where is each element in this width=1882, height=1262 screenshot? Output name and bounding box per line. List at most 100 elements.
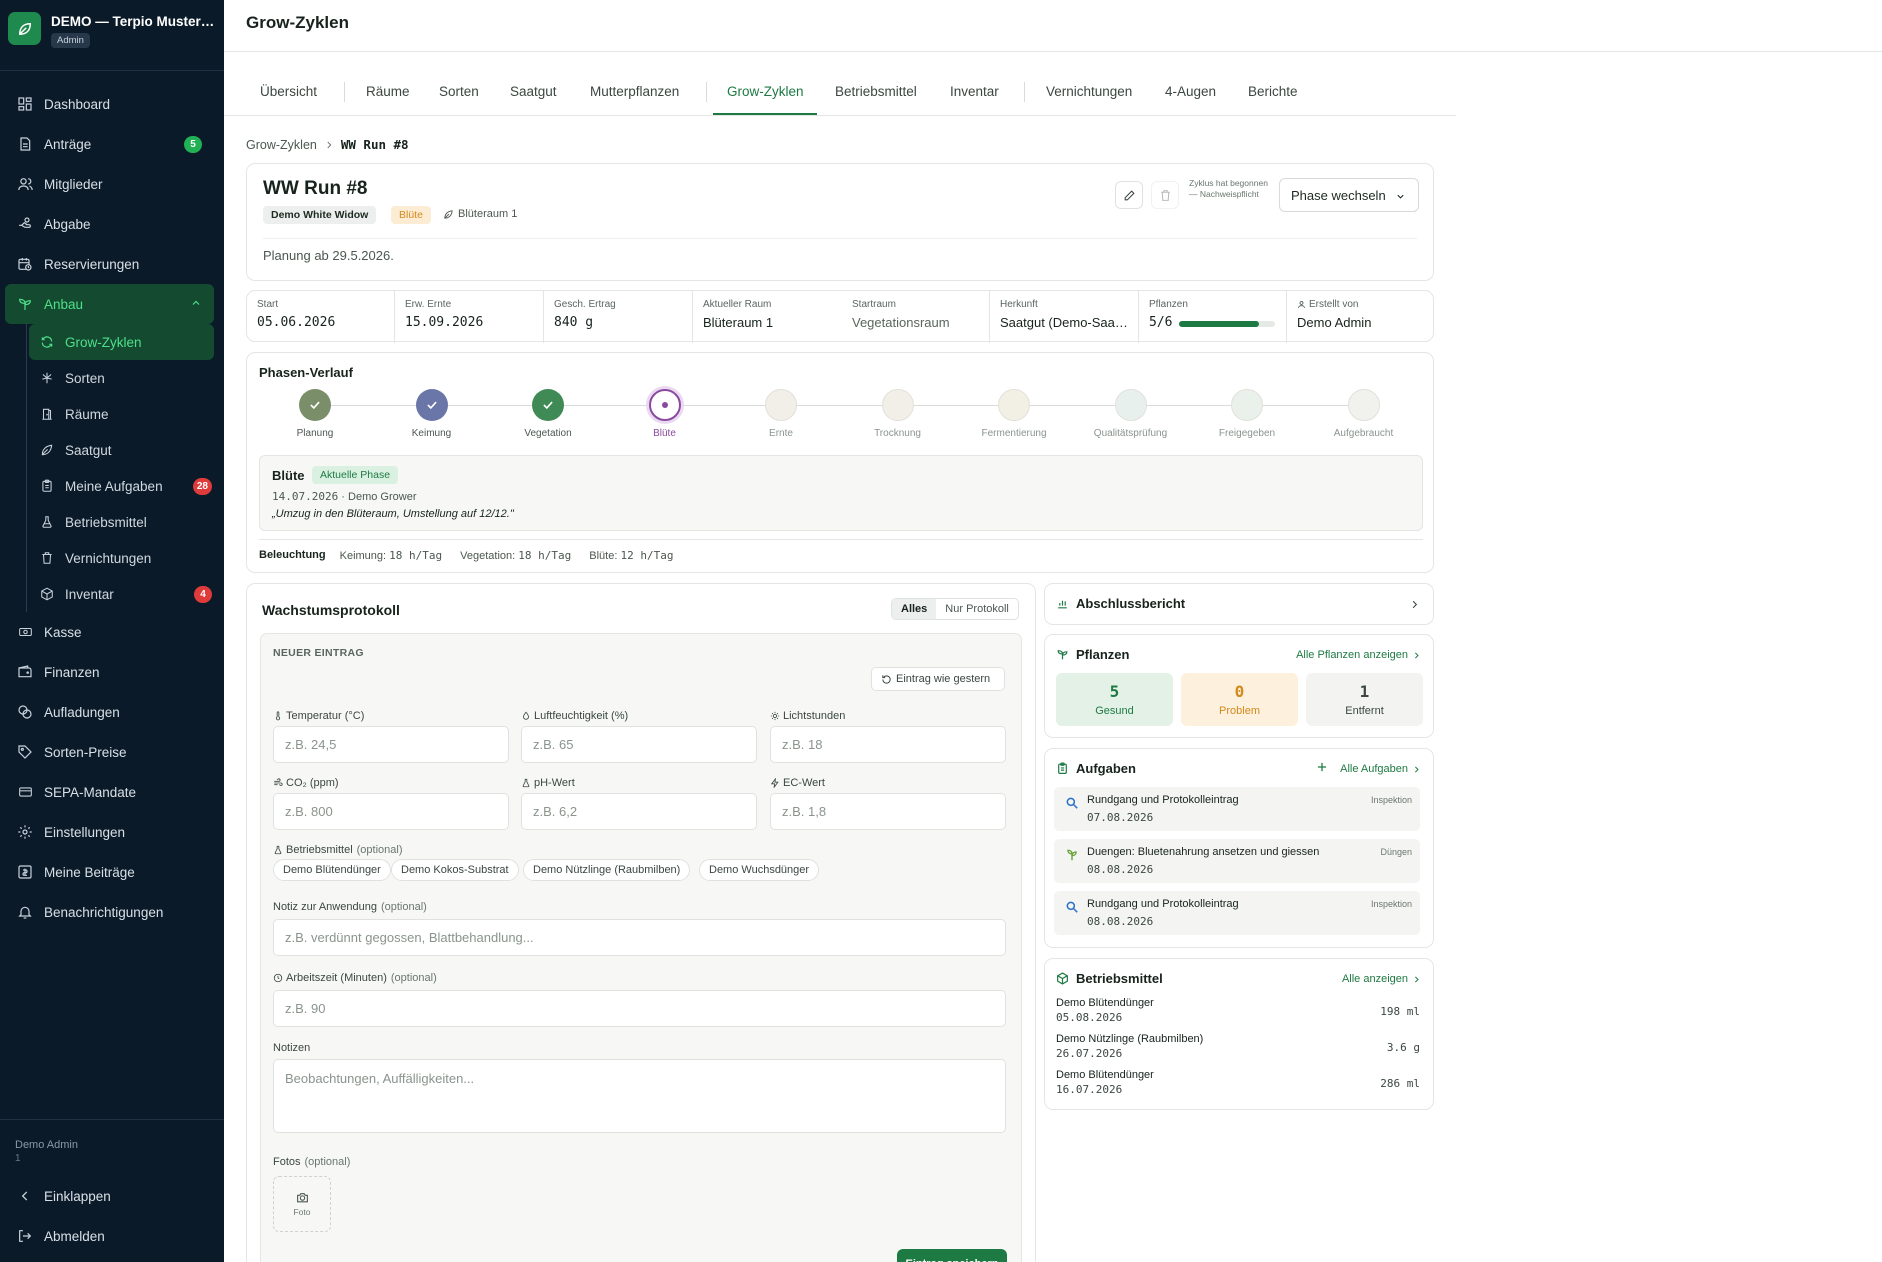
field-label-text: CO₂ (ppm) — [286, 777, 339, 789]
co2-input[interactable]: z.B. 800 — [273, 793, 509, 830]
collapse-sidebar-button[interactable]: Einklappen — [0, 1176, 224, 1216]
plants-healthy[interactable]: 5 Gesund — [1056, 673, 1173, 726]
plants-problem[interactable]: 0 Problem — [1181, 673, 1298, 726]
nav-label: Einstellungen — [44, 824, 126, 840]
tab-uebersicht[interactable]: Übersicht — [260, 84, 317, 99]
worktime-input[interactable]: z.B. 90 — [273, 990, 1006, 1027]
planning-text: Planung ab 29.5.2026. — [263, 248, 394, 263]
nav-item-reservierungen[interactable]: Reservierungen — [0, 244, 224, 284]
stat-value: Blüteraum 1 — [703, 315, 774, 330]
stat-value: 840 g — [554, 315, 594, 330]
plants-removed[interactable]: 1 Entfernt — [1306, 673, 1423, 726]
sidebar-item-vernichtungen[interactable]: Vernichtungen — [27, 540, 224, 576]
count-badge: 4 — [194, 586, 212, 603]
tab-mutterpflanzen[interactable]: Mutterpflanzen — [590, 84, 679, 99]
tab-saatgut[interactable]: Saatgut — [510, 84, 557, 99]
sidebar-item-raeume[interactable]: Räume — [27, 396, 224, 432]
save-entry-button[interactable]: Eintrag speichern — [897, 1249, 1007, 1262]
nav-item-dashboard[interactable]: Dashboard — [0, 84, 224, 124]
final-report-card[interactable]: Abschlussbericht — [1044, 583, 1434, 625]
breadcrumb-parent[interactable]: Grow-Zyklen — [246, 138, 317, 152]
nav-item-sorten-preise[interactable]: Sorten-Preise — [0, 732, 224, 772]
ph-input[interactable]: z.B. 6,2 — [521, 793, 757, 830]
stat-label: Aktueller Raum — [703, 299, 772, 310]
user-icon — [1297, 300, 1306, 309]
nav-item-sepa-mandate[interactable]: SEPA-Mandate — [0, 772, 224, 812]
pending-phase-dot — [1114, 389, 1147, 421]
all-plants-link[interactable]: Alle Pflanzen anzeigen — [1296, 649, 1421, 661]
run-stats-bar: Start 05.06.2026 Erw. Ernte 15.09.2026 G… — [246, 290, 1434, 343]
all-resources-link[interactable]: Alle anzeigen — [1342, 973, 1421, 985]
nav-item-finanzen[interactable]: Finanzen — [0, 652, 224, 692]
tab-inventar[interactable]: Inventar — [950, 84, 999, 99]
ec-input[interactable]: z.B. 1,8 — [770, 793, 1006, 830]
application-note-input[interactable]: z.B. verdünnt gegossen, Blattbehandlung.… — [273, 919, 1006, 956]
sidebar-item-inventar[interactable]: Inventar 4 — [27, 576, 224, 612]
sidebar-item-grow-zyklen[interactable]: Grow-Zyklen — [29, 324, 214, 360]
field-label-text: Lichtstunden — [783, 710, 846, 722]
nav-item-anbau[interactable]: Anbau — [5, 284, 214, 324]
edit-button[interactable] — [1115, 181, 1143, 209]
current-phase-quote: „Umzug in den Blüteraum, Umstellung auf … — [272, 508, 514, 520]
room-reference[interactable]: Blüteraum 1 — [443, 208, 517, 220]
resource-chip[interactable]: Demo Nützlinge (Raubmilben) — [523, 859, 691, 881]
clock-icon — [273, 973, 283, 983]
resource-chip[interactable]: Demo Kokos-Substrat — [391, 859, 519, 881]
delete-button[interactable] — [1151, 181, 1179, 209]
add-task-button[interactable] — [1315, 760, 1329, 774]
temperature-input[interactable]: z.B. 24,5 — [273, 726, 509, 763]
current-user: Demo Admin 1 — [15, 1139, 78, 1164]
change-phase-button[interactable]: Phase wechseln — [1279, 178, 1419, 212]
resource-usage-row: Demo Nützlinge (Raubmilben) 26.07.2026 3… — [1056, 1033, 1422, 1065]
photo-label: Foto — [293, 1207, 311, 1217]
sidebar-item-sorten[interactable]: Sorten — [27, 360, 224, 396]
page-title: Grow-Zyklen — [246, 13, 349, 32]
nav-item-benachrichtigungen[interactable]: Benachrichtigungen — [0, 892, 224, 932]
tab-grow-zyklen[interactable]: Grow-Zyklen — [727, 84, 804, 99]
resource-chip[interactable]: Demo Blütendünger — [273, 859, 391, 881]
humidity-input[interactable]: z.B. 65 — [521, 726, 757, 763]
logout-button[interactable]: Abmelden — [0, 1216, 224, 1256]
brand[interactable]: DEMO — Terpio Musterverein Admin — [8, 12, 221, 48]
add-photo-button[interactable]: Foto — [273, 1176, 331, 1232]
task-item[interactable]: Duengen: Bluetenahrung ansetzen und gies… — [1054, 839, 1420, 883]
notes-textarea[interactable]: Beobachtungen, Auffälligkeiten... — [273, 1059, 1006, 1133]
strain-pill[interactable]: Demo White Widow — [263, 206, 377, 224]
tag-icon — [16, 743, 34, 761]
field-label-text: Arbeitszeit (Minuten) — [286, 972, 387, 984]
stat-current-room: Aktueller Raum Blüteraum 1 — [693, 291, 842, 343]
nav-item-kasse[interactable]: Kasse — [0, 612, 224, 652]
resource-chip[interactable]: Demo Wuchsdünger — [699, 859, 820, 881]
nav-item-antraege[interactable]: Anträge 5 — [0, 124, 224, 164]
nav-item-abgabe[interactable]: Abgabe — [0, 204, 224, 244]
sidebar-item-saatgut[interactable]: Saatgut — [27, 432, 224, 468]
delete-locked-note: Zyklus hat begonnen — Nachweispflicht — [1189, 178, 1268, 199]
nav-item-meine-beitraege[interactable]: Meine Beiträge — [0, 852, 224, 892]
filter-protocol-button[interactable]: Nur Protokoll — [936, 599, 1018, 619]
nav-item-einstellungen[interactable]: Einstellungen — [0, 812, 224, 852]
tab-berichte[interactable]: Berichte — [1248, 84, 1298, 99]
task-item[interactable]: Rundgang und Protokolleintrag 08.08.2026… — [1054, 891, 1420, 935]
bolt-icon — [770, 778, 780, 788]
all-tasks-link[interactable]: Alle Aufgaben — [1340, 763, 1421, 775]
copy-yesterday-button[interactable]: Eintrag wie gestern — [871, 667, 1005, 691]
final-report-label: Abschlussbericht — [1076, 596, 1186, 611]
phase-pill: Blüte — [391, 206, 431, 224]
magnifier-icon — [1066, 901, 1078, 913]
nav-item-aufladungen[interactable]: Aufladungen — [0, 692, 224, 732]
nav-item-mitglieder[interactable]: Mitglieder — [0, 164, 224, 204]
tab-sorten[interactable]: Sorten — [439, 84, 479, 99]
sidebar-item-meine-aufgaben[interactable]: Meine Aufgaben 28 — [27, 468, 224, 504]
lighting-item: Keimung: 18 h/Tag — [340, 549, 443, 562]
tab-betriebsmittel[interactable]: Betriebsmittel — [835, 84, 917, 99]
filter-all-button[interactable]: Alles — [892, 599, 937, 619]
tab-4-augen[interactable]: 4-Augen — [1165, 84, 1216, 99]
light-hours-input[interactable]: z.B. 18 — [770, 726, 1006, 763]
phase-history-card: Phasen-Verlauf Planung Keimung Vegetation B… — [246, 352, 1434, 573]
gear-icon — [16, 823, 34, 841]
check-icon — [299, 389, 331, 421]
task-item[interactable]: Rundgang und Protokolleintrag 07.08.2026… — [1054, 787, 1420, 831]
tab-raeume[interactable]: Räume — [366, 84, 410, 99]
sidebar-item-betriebsmittel[interactable]: Betriebsmittel — [27, 504, 224, 540]
tab-vernichtungen[interactable]: Vernichtungen — [1046, 84, 1132, 99]
